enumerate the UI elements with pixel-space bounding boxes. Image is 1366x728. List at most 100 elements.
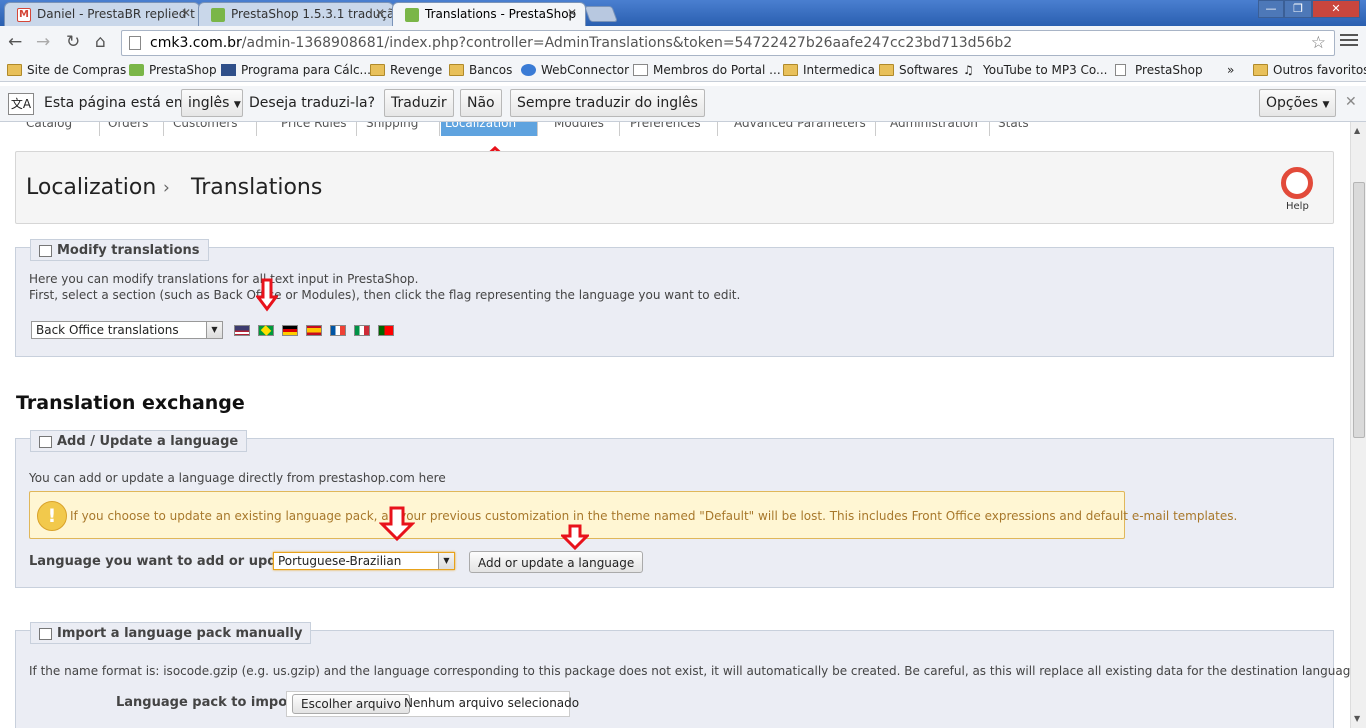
bookmark-item[interactable]: Intermedica	[783, 63, 875, 77]
music-icon: ♫	[963, 63, 974, 77]
bookmark-item[interactable]: PrestaShop	[1115, 63, 1203, 77]
new-tab-button[interactable]	[584, 6, 618, 22]
language-dropdown[interactable]: inglês ▼	[181, 89, 243, 117]
menu-preferences[interactable]: Preferences	[626, 122, 718, 136]
browser-tab-prestashop-forum[interactable]: PrestaShop 1.5.3.1 traduçã ✕	[198, 2, 394, 26]
flag-es-icon[interactable]	[306, 325, 322, 336]
menu-label: Advanced Parameters	[734, 122, 866, 130]
bookmark-item[interactable]: Programa para Cálc...	[221, 63, 371, 77]
minimize-button[interactable]: —	[1258, 0, 1284, 18]
menu-administration[interactable]: Administration	[886, 122, 990, 136]
folder-icon	[783, 64, 798, 76]
back-arrow-icon[interactable]: ←	[8, 32, 22, 52]
close-infobar-icon[interactable]: ✕	[1345, 94, 1357, 110]
bookmark-item[interactable]: Outros favoritos	[1253, 63, 1366, 77]
bookmark-item[interactable]: Softwares	[879, 63, 958, 77]
bookmark-label: Revenge	[390, 63, 443, 77]
flag-it-icon[interactable]	[354, 325, 370, 336]
close-tab-icon[interactable]: ✕	[181, 6, 191, 20]
menu-customers[interactable]: Customers	[169, 122, 257, 136]
bookmark-star-icon[interactable]: ☆	[1311, 33, 1326, 53]
add-update-intro: You can add or update a language directl…	[29, 471, 446, 485]
options-button[interactable]: Opções ▼	[1259, 89, 1337, 117]
annotation-arrow-down	[256, 278, 278, 312]
flag-pt-icon[interactable]	[378, 325, 394, 336]
section-select[interactable]: Back Office translations ▼	[31, 321, 223, 339]
page-icon	[633, 64, 648, 76]
scroll-up-icon[interactable]: ▲	[1354, 126, 1360, 135]
bookmark-label: Outros favoritos	[1273, 63, 1366, 77]
modify-instructions-line1: Here you can modify translations for all…	[29, 272, 419, 286]
page-icon	[1115, 64, 1126, 76]
translate-button[interactable]: Traduzir	[384, 89, 454, 117]
reload-icon[interactable]: ↻	[66, 32, 80, 52]
bookmark-item[interactable]: ♫ YouTube to MP3 Co...	[963, 63, 1107, 77]
no-button[interactable]: Não	[460, 89, 502, 117]
bookmark-label: WebConnector	[541, 63, 630, 77]
flag-fr-icon[interactable]	[330, 325, 346, 336]
close-window-button[interactable]: ✕	[1312, 0, 1360, 18]
bookmarks-overflow-button[interactable]: »	[1207, 63, 1234, 77]
menu-orders[interactable]: Orders	[104, 122, 164, 136]
tab-title: PrestaShop 1.5.3.1 traduçã	[231, 7, 394, 21]
scrollbar-thumb[interactable]	[1353, 182, 1365, 438]
bookmark-label: Programa para Cálc...	[241, 63, 371, 77]
forward-arrow-icon[interactable]: →	[36, 32, 50, 52]
close-tab-icon[interactable]: ✕	[567, 6, 577, 20]
gmail-icon: M	[17, 8, 31, 22]
button-label: Escolher arquivo	[301, 697, 401, 711]
page-scrollbar[interactable]: ▲ ▼	[1350, 122, 1366, 728]
annotation-arrow-down	[561, 524, 589, 550]
browser-tab-translations[interactable]: Translations - PrestaShop ✕	[392, 2, 586, 26]
menu-label: Customers	[173, 122, 238, 130]
menu-label: Shipping	[366, 122, 419, 130]
page-content: Catalog Orders Customers Price Rules Shi…	[0, 122, 1350, 728]
overflow-label: »	[1227, 63, 1235, 77]
button-label: Add or update a language	[478, 556, 635, 570]
browser-tab-gmail[interactable]: M Daniel - PrestaBR replied t ✕	[4, 2, 200, 26]
flag-de-icon[interactable]	[282, 325, 298, 336]
bookmark-item[interactable]: Revenge	[370, 63, 442, 77]
scroll-down-icon[interactable]: ▼	[1354, 714, 1360, 723]
lifebuoy-icon	[1281, 167, 1313, 199]
menu-modules[interactable]: Modules	[550, 122, 620, 136]
language-select[interactable]: Portuguese-Brazilian ▼	[273, 552, 455, 570]
menu-price-rules[interactable]: Price Rules	[277, 122, 357, 136]
add-update-legend: Add / Update a language	[30, 430, 248, 452]
menu-icon[interactable]	[1340, 34, 1358, 48]
file-input[interactable]: Escolher arquivo Nenhum arquivo selecion…	[286, 691, 579, 717]
choose-file-button[interactable]: Escolher arquivo	[292, 694, 410, 714]
menu-label: Price Rules	[281, 122, 347, 130]
add-update-language-button[interactable]: Add or update a language	[469, 551, 644, 573]
menu-label: Modules	[554, 122, 604, 130]
folder-icon	[370, 64, 385, 76]
flag-en-icon[interactable]	[234, 325, 250, 336]
import-intro: If the name format is: isocode.gzip (e.g…	[29, 664, 1350, 678]
folder-icon	[449, 64, 464, 76]
bookmark-item[interactable]: Bancos	[449, 63, 512, 77]
bookmark-item[interactable]: PrestaShop	[129, 63, 217, 77]
flag-br-icon[interactable]	[258, 325, 274, 336]
bookmark-item[interactable]: WebConnector	[521, 63, 629, 77]
close-tab-icon[interactable]: ✕	[375, 6, 385, 20]
address-bar[interactable]: cmk3.com.br/admin-1368908681/index.php?c…	[121, 30, 1335, 56]
menu-localization[interactable]: Localization	[441, 122, 538, 136]
home-icon[interactable]: ⌂	[95, 32, 106, 52]
bookmarks-bar: Site de Compras PrestaShop Programa para…	[0, 60, 1366, 82]
folder-icon	[7, 64, 22, 76]
menu-label: Preferences	[630, 122, 701, 130]
menu-catalog[interactable]: Catalog	[22, 122, 100, 136]
bookmark-item[interactable]: Site de Compras	[7, 63, 126, 77]
bookmark-item[interactable]: Membros do Portal ...	[633, 63, 781, 77]
menu-shipping[interactable]: Shipping	[362, 122, 440, 136]
menu-advanced-parameters[interactable]: Advanced Parameters	[730, 122, 876, 136]
bookmark-label: Membros do Portal ...	[653, 63, 781, 77]
menu-stats[interactable]: Stats	[994, 122, 1044, 136]
add-page-icon	[39, 628, 52, 640]
bookmark-label: PrestaShop	[149, 63, 217, 77]
add-page-icon	[39, 436, 52, 448]
menu-label: Catalog	[26, 122, 73, 130]
maximize-button[interactable]: ❐	[1284, 0, 1312, 18]
warning-text: If you choose to update an existing lang…	[70, 509, 1238, 523]
always-translate-button[interactable]: Sempre traduzir do inglês	[510, 89, 705, 117]
